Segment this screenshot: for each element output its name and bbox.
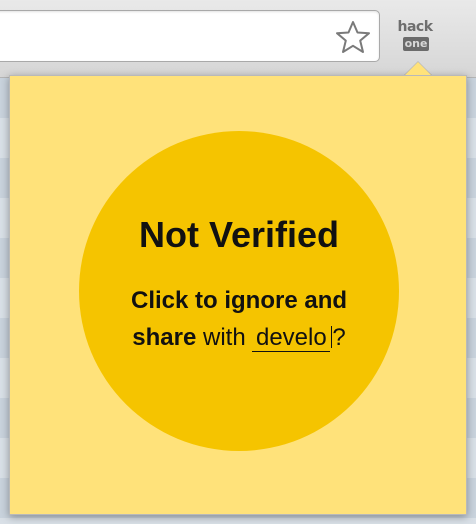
text-caret	[331, 326, 333, 348]
hackerone-extension-button[interactable]: hack one	[393, 18, 437, 58]
recipient-input[interactable]: develo	[252, 325, 331, 352]
extension-logo-text-bottom: one	[403, 37, 429, 51]
popup-arrow	[405, 62, 431, 75]
action-with-text: with	[203, 324, 246, 351]
extension-logo-text-top: hack	[397, 19, 433, 35]
question-mark: ?	[332, 324, 346, 351]
address-bar[interactable]	[0, 10, 380, 62]
action-message: Click to ignore and share with develo?	[109, 282, 369, 356]
recipient-field-wrap: develo	[252, 319, 333, 356]
star-icon[interactable]	[335, 20, 371, 54]
extension-popup: Not Verified Click to ignore and share w…	[9, 75, 467, 515]
not-verified-button[interactable]: Not Verified Click to ignore and share w…	[79, 131, 399, 451]
status-title: Not Verified	[138, 214, 340, 255]
